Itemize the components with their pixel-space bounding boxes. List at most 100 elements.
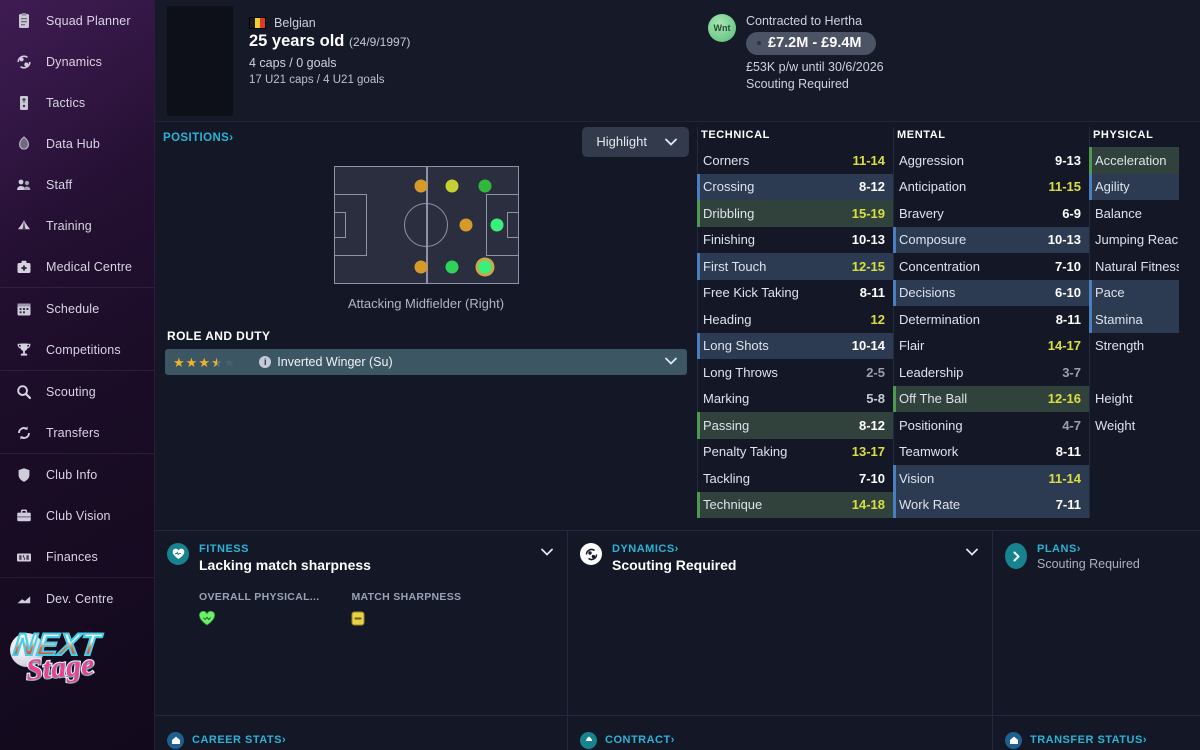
attribute-highlight-bar xyxy=(1089,279,1092,306)
attribute-value: 14-17 xyxy=(1047,338,1081,354)
attribute-row[interactable]: Decisions 6-10 xyxy=(893,279,1089,306)
dynamics-collapse-chevron[interactable] xyxy=(966,547,978,559)
sidebar-item-training[interactable]: Training xyxy=(0,205,154,246)
attribute-row[interactable]: Aggression 9-13 xyxy=(893,147,1089,174)
fitness-title[interactable]: FITNESS xyxy=(199,543,371,555)
attribute-row[interactable]: Marking 5-8 xyxy=(697,386,893,413)
position-dot-5[interactable] xyxy=(414,260,427,274)
position-dot-6[interactable] xyxy=(445,260,459,274)
attribute-row[interactable]: Concentration 7-10 xyxy=(893,253,1089,280)
attribute-row[interactable]: Vision 11-14 xyxy=(893,465,1089,492)
attribute-row[interactable]: Bravery 6-9 xyxy=(893,200,1089,227)
attribute-row[interactable]: Acceleration xyxy=(1089,147,1179,174)
attribute-row[interactable]: Anticipation 11-15 xyxy=(893,174,1089,201)
attribute-row[interactable]: Strength xyxy=(1089,333,1179,360)
player-value-pill[interactable]: £7.2M - £9.4M xyxy=(746,32,876,55)
attribute-row[interactable]: Composure 10-13 xyxy=(893,226,1089,253)
attribute-row[interactable]: Natural Fitness xyxy=(1089,253,1179,280)
nationality-line: Belgian xyxy=(249,16,410,30)
attribute-row[interactable]: Off The Ball 12-16 xyxy=(893,385,1089,412)
attribute-name: Aggression xyxy=(899,152,965,168)
plans-title[interactable]: PLANS› xyxy=(1037,543,1140,555)
attribute-row[interactable]: Balance xyxy=(1089,200,1179,227)
attribute-name: Dribbling xyxy=(703,205,755,221)
attribute-row[interactable]: Jumping Reach xyxy=(1089,227,1179,254)
fitness-status: Lacking match sharpness xyxy=(199,557,371,573)
sidebar-item-staff[interactable]: Staff xyxy=(0,164,154,205)
sidebar-item-dynamics[interactable]: Dynamics xyxy=(0,41,154,82)
attribute-row[interactable]: Long Shots 10-14 xyxy=(697,332,893,359)
fitness-collapse-chevron[interactable] xyxy=(541,547,553,559)
dynamics-title[interactable]: DYNAMICS› xyxy=(612,543,736,555)
attribute-row[interactable]: Tackling 7-10 xyxy=(697,465,893,492)
attribute-name: Penalty Taking xyxy=(703,444,788,460)
career-stats-section[interactable]: CAREER STATS› xyxy=(155,716,567,750)
attribute-row[interactable]: Pace xyxy=(1089,279,1179,306)
attribute-row[interactable]: Long Throws 2-5 xyxy=(697,359,893,386)
sidebar-item-tactics[interactable]: Tactics xyxy=(0,82,154,123)
attribute-row[interactable]: Flair 14-17 xyxy=(893,333,1089,360)
sidebar-item-club-vision[interactable]: Club Vision xyxy=(0,495,154,536)
sidebar-item-dev-centre[interactable]: Dev. Centre xyxy=(0,578,154,619)
position-dot-3[interactable] xyxy=(459,218,473,232)
attribute-row[interactable]: First Touch 12-15 xyxy=(697,253,893,280)
attribute-name: Anticipation xyxy=(899,179,967,195)
sidebar-item-label: Club Info xyxy=(46,467,98,482)
sidebar-item-data-hub[interactable]: Data Hub xyxy=(0,123,154,164)
attribute-row[interactable]: Free Kick Taking 8-11 xyxy=(697,280,893,307)
sidebar-item-schedule[interactable]: Schedule xyxy=(0,288,154,329)
attributes-section: TECHNICAL Corners 11-14 Crossing 8-12 Dribbl… xyxy=(697,122,1200,518)
attribute-row[interactable]: Stamina xyxy=(1089,306,1179,333)
attribute-row[interactable]: Heading 12 xyxy=(697,306,893,333)
player-portrait[interactable] xyxy=(167,6,233,116)
attribute-row[interactable]: Passing 8-12 xyxy=(697,412,893,439)
attribute-row[interactable]: Crossing 8-12 xyxy=(697,173,893,200)
attribute-row[interactable]: Dribbling 15-19 xyxy=(697,200,893,227)
highlight-dropdown[interactable]: Highlight xyxy=(582,127,689,157)
sidebar-item-competitions[interactable]: Competitions xyxy=(0,329,154,370)
position-dot-2[interactable] xyxy=(478,179,492,193)
overall-physical-heart-icon xyxy=(199,610,319,631)
sidebar-item-squad-planner[interactable]: Squad Planner xyxy=(0,0,154,41)
sidebar-item-transfers[interactable]: Transfers xyxy=(0,412,154,453)
contracted-to-label: Contracted to Hertha xyxy=(746,14,863,28)
attribute-name: Natural Fitness xyxy=(1095,258,1179,274)
attribute-row[interactable]: Height xyxy=(1089,386,1179,413)
attribute-row[interactable]: Technique 14-18 xyxy=(697,491,893,518)
sidebar-item-scouting[interactable]: Scouting xyxy=(0,371,154,412)
attribute-row[interactable]: Work Rate 7-11 xyxy=(893,491,1089,518)
trophy-icon xyxy=(14,340,34,360)
attribute-row[interactable]: Teamwork 8-11 xyxy=(893,439,1089,466)
club-badge-icon[interactable]: Wnt xyxy=(708,14,736,42)
sidebar-item-club-info[interactable]: Club Info xyxy=(0,454,154,495)
role-duty-select[interactable]: ★ ★ ★ ★ ★ i Inverted Winger (Su) xyxy=(165,349,687,375)
plans-chevron-icon[interactable] xyxy=(1005,543,1027,569)
sidebar-item-finances[interactable]: Finances xyxy=(0,536,154,577)
attribute-row[interactable]: Agility xyxy=(1089,173,1179,200)
attribute-value: 15-19 xyxy=(851,205,885,221)
position-dot-selected[interactable] xyxy=(478,260,492,274)
contract-section[interactable]: CONTRACT› xyxy=(567,716,992,750)
pitch-centre-circle xyxy=(404,203,448,247)
sidebar-item-label: Data Hub xyxy=(46,136,101,151)
attribute-name: Passing xyxy=(703,417,750,433)
pitch-graphic[interactable] xyxy=(333,166,519,284)
position-dot-4[interactable] xyxy=(490,218,504,232)
growth-icon xyxy=(14,589,34,609)
transfer-status-section[interactable]: TRANSFER STATUS› xyxy=(992,716,1200,750)
role-name: Inverted Winger (Su) xyxy=(277,355,393,369)
star-icon: ★ xyxy=(210,354,223,370)
attribute-row[interactable]: Finishing 10-13 xyxy=(697,227,893,254)
position-dot-0[interactable] xyxy=(414,179,427,193)
fitness-panel: FITNESS Lacking match sharpness OVERALL … xyxy=(155,531,567,715)
info-icon[interactable]: i xyxy=(259,356,272,368)
attribute-row[interactable]: Leadership 3-7 xyxy=(893,359,1089,386)
sidebar-item-medical-centre[interactable]: Medical Centre xyxy=(0,246,154,287)
sidebar-nav-group: Scouting Transfers xyxy=(0,370,154,453)
attribute-row[interactable]: Determination 8-11 xyxy=(893,306,1089,333)
attribute-row[interactable]: Penalty Taking 13-17 xyxy=(697,439,893,466)
attribute-row[interactable]: Positioning 4-7 xyxy=(893,412,1089,439)
attribute-row[interactable]: Corners 11-14 xyxy=(697,147,893,174)
position-dot-1[interactable] xyxy=(445,179,459,193)
attribute-row[interactable]: Weight xyxy=(1089,412,1179,439)
